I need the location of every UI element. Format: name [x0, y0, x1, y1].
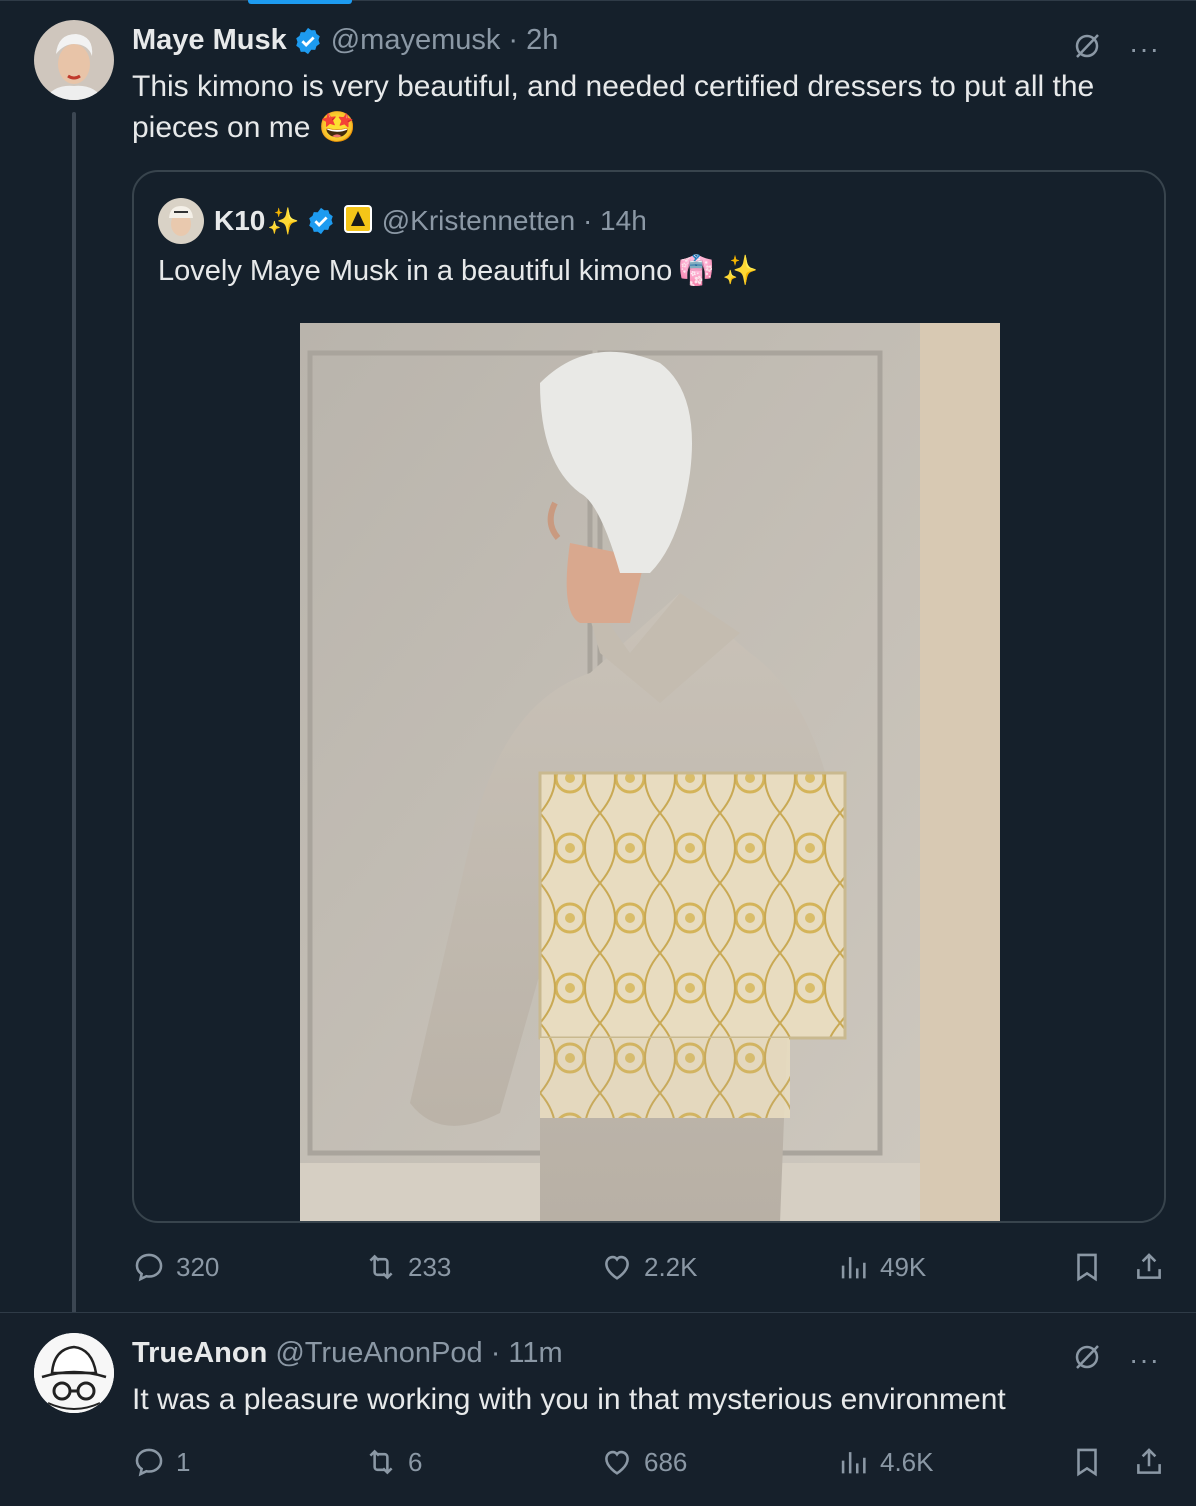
author-name[interactable]: Maye Musk — [132, 24, 287, 57]
reply-button[interactable]: 320 — [132, 1250, 219, 1284]
repost-button[interactable]: 6 — [364, 1445, 422, 1479]
author-handle-time[interactable]: @mayemusk · 2h — [331, 24, 559, 57]
post-tools: ··· — [1071, 30, 1160, 67]
bookmark-icon — [1077, 1448, 1097, 1477]
verified-badge-icon — [306, 206, 336, 236]
reply-icon — [135, 1448, 163, 1477]
more-options-icon[interactable]: ··· — [1129, 34, 1160, 63]
bookmark-icon — [1077, 1253, 1097, 1282]
views-button[interactable]: 49K — [836, 1250, 926, 1284]
views-icon — [841, 1452, 866, 1474]
trueanon-avatar[interactable] — [34, 1333, 114, 1413]
like-icon — [605, 1255, 629, 1280]
reply-author-name[interactable]: TrueAnon — [132, 1337, 267, 1370]
quoted-author-name[interactable]: K10 — [214, 205, 265, 237]
reply-text: It was a pleasure working with you in th… — [132, 1383, 1006, 1416]
repost-button[interactable]: 233 — [364, 1250, 451, 1284]
grok-icon[interactable] — [1071, 30, 1103, 67]
quoted-post-image[interactable] — [300, 323, 1000, 1221]
post-header: Maye Musk @mayemusk · 2h — [132, 24, 558, 57]
star-struck-emoji: 🤩 — [318, 111, 357, 144]
more-options-icon[interactable]: ··· — [1129, 1345, 1160, 1374]
post-text-body: This kimono is very beautiful, and neede… — [132, 70, 1095, 144]
reply-actions: 1 6 686 4.6K — [132, 1445, 1168, 1485]
repost-icon — [369, 1449, 393, 1475]
bookmark-button[interactable] — [1070, 1445, 1104, 1479]
share-button[interactable] — [1132, 1250, 1166, 1284]
views-button[interactable]: 4.6K — [836, 1445, 934, 1479]
views-icon — [841, 1257, 866, 1279]
quoted-post-header: K10 ✨ @Kristennetten · 14h — [158, 198, 647, 244]
like-count: 686 — [644, 1446, 688, 1477]
quoted-post-text: Lovely Maye Musk in a beautiful kimono 👘… — [158, 254, 758, 288]
quoted-post[interactable]: K10 ✨ @Kristennetten · 14h Lovely Maye M… — [132, 170, 1166, 1223]
like-count: 2.2K — [644, 1251, 698, 1282]
repost-count: 6 — [408, 1446, 423, 1477]
share-button[interactable] — [1132, 1445, 1166, 1479]
reply-icon — [135, 1253, 163, 1282]
reply-count: 1 — [176, 1446, 191, 1477]
share-icon — [1137, 1253, 1161, 1279]
reply-post[interactable]: TrueAnon @TrueAnonPod · 11m ··· It was a… — [0, 1312, 1196, 1506]
main-post[interactable]: Maye Musk @mayemusk · 2h ··· This kimono… — [0, 0, 1196, 1324]
like-button[interactable]: 2.2K — [600, 1250, 698, 1284]
share-icon — [1137, 1448, 1161, 1474]
reply-button[interactable]: 1 — [132, 1445, 190, 1479]
grok-icon[interactable] — [1071, 1341, 1103, 1378]
thread-connector-line — [72, 112, 76, 1324]
post-text: This kimono is very beautiful, and neede… — [132, 66, 1152, 148]
sparkles-emoji: ✨ — [267, 205, 300, 236]
quoted-author-handle-time[interactable]: @Kristennetten · 14h — [382, 205, 647, 237]
reply-tools: ··· — [1071, 1341, 1160, 1378]
bookmark-button[interactable] — [1070, 1250, 1104, 1284]
reply-header: TrueAnon @TrueAnonPod · 11m — [132, 1337, 563, 1370]
views-count: 4.6K — [880, 1446, 934, 1477]
post-actions: 320 233 2.2K 49K — [132, 1250, 1168, 1290]
reply-author-handle-time[interactable]: @TrueAnonPod · 11m — [275, 1337, 562, 1370]
reply-count: 320 — [176, 1251, 220, 1282]
kimono-sparkles-emoji: 👘 ✨ — [678, 255, 759, 287]
like-button[interactable]: 686 — [600, 1445, 687, 1479]
maye-musk-avatar[interactable] — [34, 20, 114, 100]
verified-badge-icon — [293, 26, 323, 56]
affiliate-badge-icon — [343, 204, 372, 238]
k10-avatar[interactable] — [158, 198, 204, 244]
repost-count: 233 — [408, 1251, 452, 1282]
repost-icon — [369, 1254, 393, 1280]
like-icon — [605, 1450, 629, 1475]
views-count: 49K — [880, 1251, 927, 1282]
quoted-post-text-body: Lovely Maye Musk in a beautiful kimono — [158, 254, 673, 287]
